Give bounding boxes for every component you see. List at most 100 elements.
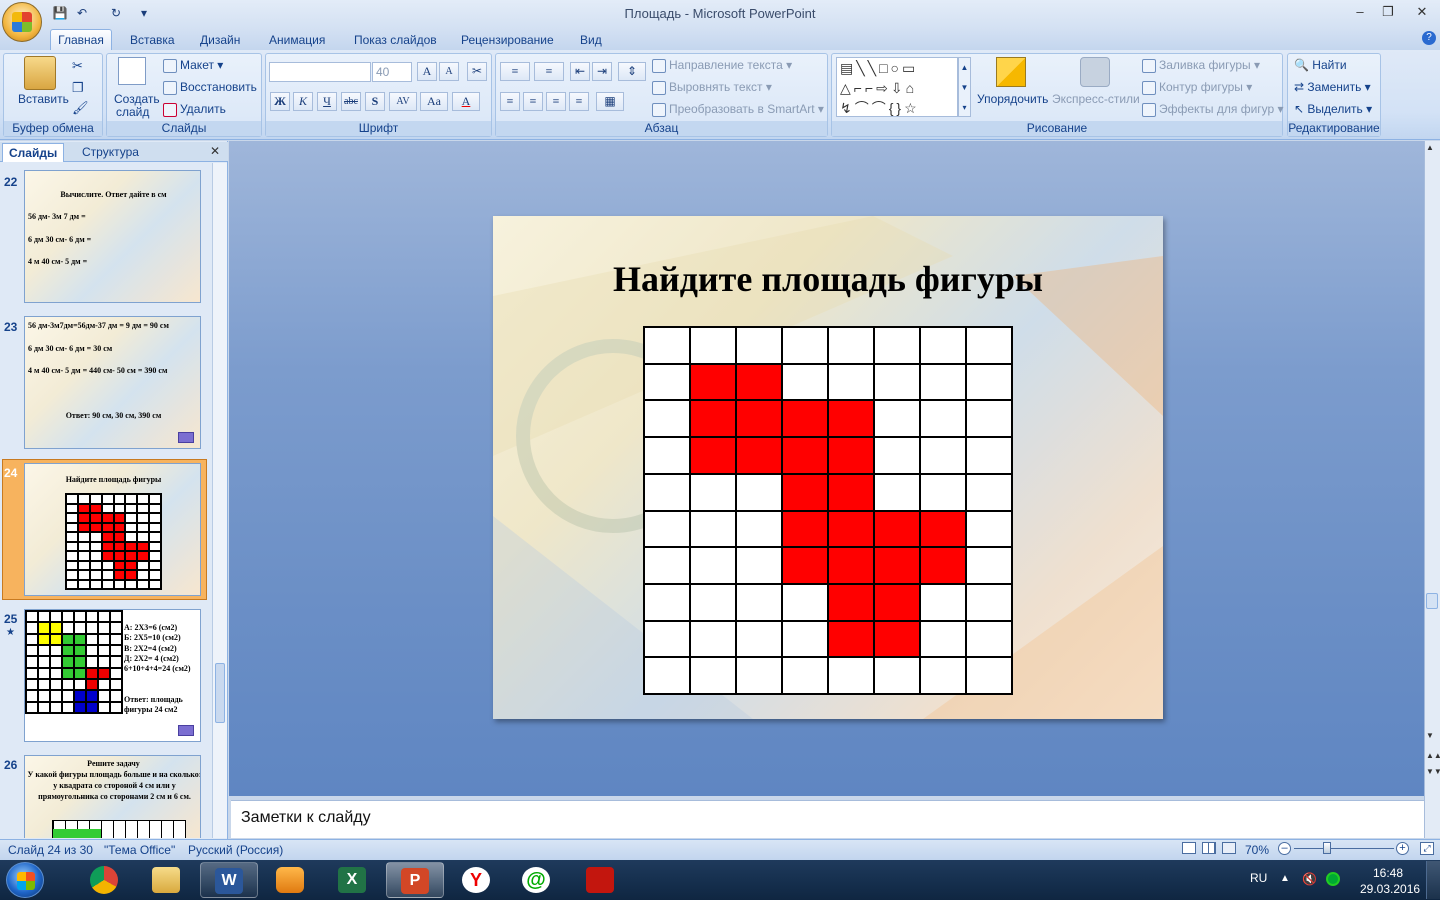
replace-button[interactable]: ⇄ Заменить ▾ bbox=[1294, 80, 1371, 94]
help-icon[interactable]: ? bbox=[1422, 31, 1436, 45]
clear-format-button[interactable]: ✂ bbox=[467, 62, 487, 81]
fit-to-window-icon[interactable]: ⤢ bbox=[1420, 842, 1434, 855]
language-indicator[interactable]: Русский (Россия) bbox=[188, 843, 283, 857]
shape-fill-button[interactable]: Заливка фигуры ▾ bbox=[1142, 58, 1260, 73]
previous-slide-icon[interactable]: ▲▲ bbox=[1426, 751, 1440, 760]
format-painter-icon[interactable]: 🖌 bbox=[72, 100, 89, 116]
bullets-button[interactable]: ≡ bbox=[500, 62, 530, 81]
taskbar-mail[interactable]: @ bbox=[508, 862, 566, 898]
tab-review[interactable]: Рецензирование bbox=[461, 31, 554, 50]
scroll-down-icon[interactable]: ▼ bbox=[1426, 731, 1434, 740]
tab-slideshow[interactable]: Показ слайдов bbox=[354, 31, 437, 50]
zoom-in-icon[interactable]: + bbox=[1396, 842, 1409, 855]
taskbar-explorer[interactable] bbox=[138, 862, 196, 898]
new-slide-icon[interactable] bbox=[118, 57, 146, 85]
area-grid-figure[interactable] bbox=[643, 326, 1013, 695]
quick-styles-button[interactable]: Экспресс-стили bbox=[1052, 92, 1140, 106]
paste-icon[interactable] bbox=[24, 56, 56, 90]
shrink-font-button[interactable]: A bbox=[439, 62, 459, 81]
reset-button[interactable]: Восстановить bbox=[163, 80, 257, 95]
slide-thumbnail-22[interactable]: Вычислите. Ответ дайте в см 56 дм- 3м 7 … bbox=[24, 170, 201, 303]
notes-pane[interactable]: Заметки к слайду bbox=[231, 800, 1424, 838]
tab-design[interactable]: Дизайн bbox=[200, 31, 240, 50]
keyboard-language[interactable]: RU bbox=[1250, 871, 1267, 885]
volume-icon[interactable]: 🔇 bbox=[1302, 872, 1317, 886]
tab-insert[interactable]: Вставка bbox=[130, 31, 175, 50]
increase-indent-button[interactable]: ⇥ bbox=[592, 62, 612, 81]
cut-icon[interactable]: ✂ bbox=[72, 58, 83, 74]
font-size-field[interactable]: 40 bbox=[372, 62, 412, 82]
office-button[interactable] bbox=[2, 2, 42, 42]
grow-font-button[interactable]: A bbox=[417, 62, 437, 81]
tab-animation[interactable]: Анимация bbox=[269, 31, 325, 50]
tab-view[interactable]: Вид bbox=[580, 31, 602, 50]
normal-view-icon[interactable] bbox=[1182, 842, 1196, 854]
scroll-up-icon[interactable]: ▲ bbox=[1426, 143, 1434, 152]
layout-button[interactable]: Макет ▾ bbox=[163, 58, 223, 73]
panel-scrollbar[interactable] bbox=[212, 163, 227, 838]
sorter-view-icon[interactable] bbox=[1202, 842, 1216, 854]
align-center-button[interactable]: ≡ bbox=[523, 92, 543, 111]
delete-slide-button[interactable]: Удалить bbox=[163, 102, 226, 117]
copy-icon[interactable]: ❐ bbox=[72, 80, 84, 96]
close-button[interactable]: ✕ bbox=[1410, 2, 1434, 22]
align-right-button[interactable]: ≡ bbox=[546, 92, 566, 111]
font-color-button[interactable]: A bbox=[452, 92, 480, 111]
numbering-button[interactable]: ≡ bbox=[534, 62, 564, 81]
arrange-icon[interactable] bbox=[996, 57, 1026, 87]
arrange-button[interactable]: Упорядочить bbox=[977, 92, 1048, 106]
new-slide-button[interactable]: Создать bbox=[114, 92, 160, 106]
font-name-field[interactable] bbox=[269, 62, 371, 82]
italic-button[interactable]: К bbox=[293, 92, 313, 111]
close-panel-icon[interactable]: ✕ bbox=[210, 144, 220, 158]
smartart-button[interactable]: Преобразовать в SmartArt ▾ bbox=[652, 102, 824, 117]
bold-button[interactable]: Ж bbox=[270, 92, 290, 111]
shape-outline-button[interactable]: Контур фигуры ▾ bbox=[1142, 80, 1252, 95]
taskbar-chrome[interactable] bbox=[76, 862, 134, 898]
find-button[interactable]: 🔍 Найти bbox=[1294, 58, 1347, 72]
shapes-gallery-scroll[interactable]: ▲ ▼ ▾ bbox=[958, 57, 971, 117]
columns-button[interactable]: ▦ bbox=[596, 92, 624, 111]
line-spacing-button[interactable]: ⇕ bbox=[618, 62, 646, 81]
slide-thumbnail-24[interactable]: Найдите площадь фигуры bbox=[24, 463, 201, 596]
taskbar-media[interactable] bbox=[262, 862, 320, 898]
slide-thumbnail-25[interactable]: А: 2Х3=6 (см2) Б: 2Х5=10 (см2) В: 2Х2=4 … bbox=[24, 609, 201, 742]
slideshow-view-icon[interactable] bbox=[1222, 842, 1236, 854]
minimize-button[interactable]: – bbox=[1348, 2, 1372, 22]
shape-effects-button[interactable]: Эффекты для фигур ▾ bbox=[1142, 102, 1284, 117]
network-icon[interactable] bbox=[1326, 872, 1340, 886]
theme-name[interactable]: "Тема Office" bbox=[104, 843, 175, 857]
zoom-level[interactable]: 70% bbox=[1245, 843, 1269, 857]
quick-styles-icon[interactable] bbox=[1080, 57, 1110, 87]
taskbar-powerpoint[interactable]: P bbox=[386, 862, 444, 898]
scroll-thumb[interactable] bbox=[1426, 593, 1438, 609]
decrease-indent-button[interactable]: ⇤ bbox=[570, 62, 590, 81]
slide-thumbnail-26[interactable]: Решите задачу У какой фигуры площадь бол… bbox=[24, 755, 201, 838]
spacing-button[interactable]: AV bbox=[389, 92, 417, 111]
strikethrough-button[interactable]: abc bbox=[341, 92, 361, 111]
maximize-button[interactable]: ❐ bbox=[1376, 2, 1400, 22]
taskbar-excel[interactable]: X bbox=[324, 862, 382, 898]
tab-slides[interactable]: Слайды bbox=[2, 143, 65, 162]
shapes-gallery[interactable]: ▤╲╲□○▭ △⌐⌐⇨⇩⌂ ↯⌒⌒{}☆ bbox=[836, 57, 958, 117]
zoom-out-icon[interactable]: – bbox=[1278, 842, 1291, 855]
select-button[interactable]: ↖ Выделить ▾ bbox=[1294, 102, 1372, 116]
justify-button[interactable]: ≡ bbox=[569, 92, 589, 111]
next-slide-icon[interactable]: ▼▼ bbox=[1426, 767, 1440, 776]
slide-title[interactable]: Найдите площадь фигуры bbox=[493, 258, 1163, 300]
new-slide-button-line2[interactable]: слайд bbox=[116, 105, 149, 119]
align-text-button[interactable]: Выровнять текст ▾ bbox=[652, 80, 772, 95]
taskbar-word[interactable]: W bbox=[200, 862, 258, 898]
slide-thumbnail-23[interactable]: 56 дм-3м7дм=56дм-37 дм = 9 дм = 90 см 6 … bbox=[24, 316, 201, 449]
tab-home[interactable]: Главная bbox=[50, 29, 112, 51]
start-button[interactable] bbox=[6, 862, 44, 898]
zoom-slider[interactable] bbox=[1294, 848, 1394, 849]
show-desktop-button[interactable] bbox=[1426, 861, 1440, 899]
taskbar-yandex[interactable]: Y bbox=[448, 862, 506, 898]
tab-outline[interactable]: Структура bbox=[76, 143, 145, 162]
shadow-button[interactable]: S bbox=[365, 92, 385, 111]
clock-date[interactable]: 29.03.2016 bbox=[1360, 882, 1420, 896]
align-left-button[interactable]: ≡ bbox=[500, 92, 520, 111]
text-direction-button[interactable]: Направление текста ▾ bbox=[652, 58, 792, 73]
clock-time[interactable]: 16:48 bbox=[1373, 866, 1403, 880]
